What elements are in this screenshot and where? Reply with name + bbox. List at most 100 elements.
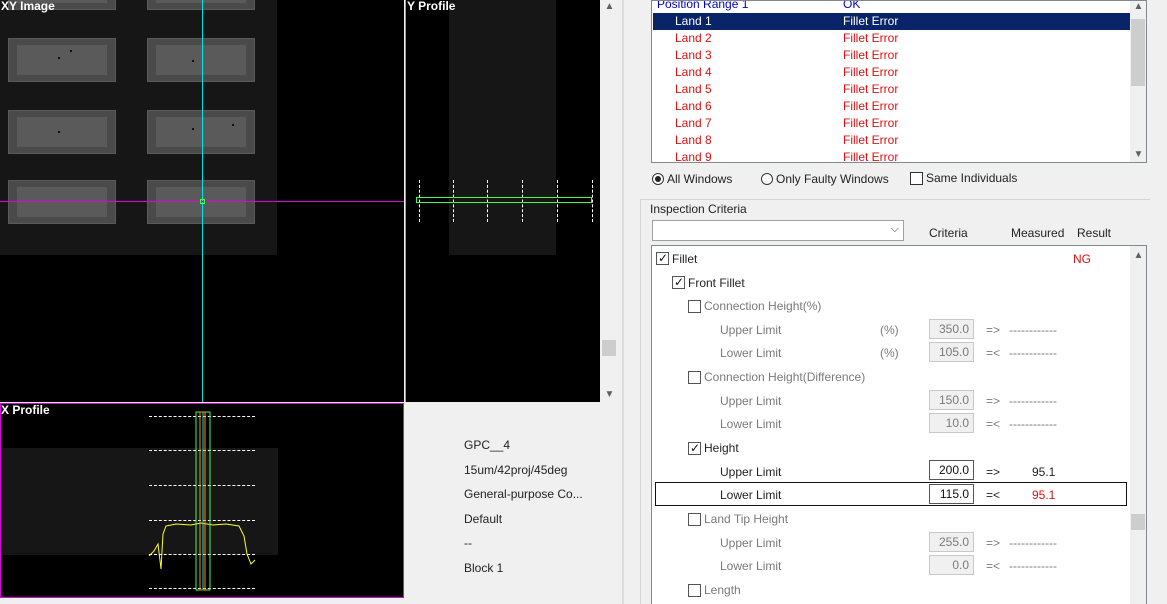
height-label: Height <box>704 441 739 455</box>
pad-part <box>8 38 116 82</box>
results-row-status: Fillet Error <box>843 65 899 79</box>
scrollbar-thumb[interactable] <box>1131 19 1145 86</box>
xy-image-view[interactable]: XY Image <box>0 0 404 402</box>
all-windows-radio[interactable] <box>652 173 664 185</box>
y-profile-view[interactable]: Y Profile <box>405 0 600 402</box>
connection-height-diff-label: Connection Height(Difference) <box>704 370 866 384</box>
x-profile-title: X Profile <box>1 403 50 417</box>
x-profile-view[interactable]: X Profile <box>0 403 404 598</box>
pad-part <box>147 0 255 10</box>
chevron-down-icon[interactable]: ⌵ <box>891 223 899 236</box>
cursor-intersection <box>200 199 205 204</box>
lth-upper-label: Upper Limit <box>720 536 782 550</box>
front-fillet-checkbox[interactable] <box>672 275 685 289</box>
only-faulty-label[interactable]: Only Faulty Windows <box>776 172 889 186</box>
image-vertical-scrollbar[interactable]: ▲ ▼ <box>601 0 617 402</box>
scrollbar-thumb[interactable] <box>602 340 616 356</box>
ch-pct-lower-unit: (%) <box>880 346 899 360</box>
lth-upper-measured: ------------ <box>1009 536 1057 550</box>
results-list-row[interactable]: Land 1 Fillet Error <box>653 13 1130 30</box>
y-profile-marker <box>592 180 593 222</box>
scroll-up-arrow-icon[interactable]: ▲ <box>601 2 618 12</box>
land-tip-height-label: Land Tip Height <box>704 512 789 526</box>
criteria-scrollbar[interactable]: ▲ <box>1130 246 1146 604</box>
void-dot <box>232 124 234 126</box>
scrollbar-thumb[interactable] <box>1131 514 1145 530</box>
ch-pct-lower-measured: ------------ <box>1009 346 1057 360</box>
lth-lower-value[interactable]: 0.0 <box>929 555 974 575</box>
ch-pct-lower-value[interactable]: 105.0 <box>929 342 974 362</box>
ch-diff-lower-value[interactable]: 10.0 <box>929 413 974 433</box>
criteria-tree[interactable]: Fillet NG Front Fillet Connection Height… <box>651 245 1147 604</box>
only-faulty-radio[interactable] <box>761 173 773 185</box>
fillet-checkbox[interactable] <box>656 251 669 265</box>
height-upper-value[interactable]: 200.0 <box>929 460 974 480</box>
height-upper-measured: 95.1 <box>1032 465 1056 479</box>
info-block: Block 1 <box>464 561 504 575</box>
xy-image-title: XY Image <box>1 0 55 13</box>
land-tip-height-checkbox[interactable] <box>688 513 701 526</box>
pad-part <box>147 110 255 154</box>
ch-pct-upper-op: => <box>986 323 1001 337</box>
scroll-up-arrow-icon[interactable]: ▲ <box>1130 251 1146 261</box>
info-recipe: 15um/42proj/45deg <box>464 463 568 477</box>
results-row-status: Fillet Error <box>843 99 899 113</box>
connection-height-diff-checkbox[interactable] <box>688 371 701 384</box>
criteria-combo[interactable]: ⌵ <box>652 220 904 241</box>
results-list-row[interactable]: Land 3 Fillet Error <box>653 47 1130 64</box>
ch-pct-lower-op: =< <box>986 346 1001 360</box>
results-list-row[interactable]: Land 4 Fillet Error <box>653 64 1130 81</box>
height-checkbox[interactable] <box>688 441 701 455</box>
info-extra: -- <box>464 536 472 550</box>
results-list-row[interactable]: Land 9 Fillet Error <box>653 149 1130 163</box>
results-list-row[interactable]: Land 5 Fillet Error <box>653 81 1130 98</box>
height-upper-label: Upper Limit <box>720 465 782 479</box>
y-profile-title: Y Profile <box>407 0 456 13</box>
scroll-down-arrow-icon[interactable]: ▼ <box>1130 150 1146 160</box>
info-type: General-purpose Co... <box>464 487 583 501</box>
results-list-scrollbar[interactable]: ▲ ▼ <box>1130 1 1146 162</box>
same-individuals-label[interactable]: Same Individuals <box>926 171 1017 185</box>
results-list-row[interactable]: Land 7 Fillet Error <box>653 115 1130 132</box>
ch-diff-lower-label: Lower Limit <box>720 417 782 431</box>
info-mode: Default <box>464 512 503 526</box>
results-row-status: Fillet Error <box>843 116 899 130</box>
results-row-name: Position Range 1 <box>657 0 749 11</box>
scroll-down-arrow-icon[interactable]: ▼ <box>601 390 618 400</box>
ch-diff-lower-measured: ------------ <box>1009 417 1057 431</box>
same-individuals-checkbox[interactable] <box>910 172 923 185</box>
results-list-row[interactable]: Land 8 Fillet Error <box>653 132 1130 149</box>
all-windows-label[interactable]: All Windows <box>667 172 732 186</box>
results-list[interactable]: Position Range 1 OK Land 1 Fillet Error Land… <box>651 0 1147 163</box>
fillet-label: Fillet <box>672 252 698 266</box>
height-lower-op: =< <box>986 488 1001 502</box>
results-list-row[interactable]: Land 6 Fillet Error <box>653 98 1130 115</box>
ch-pct-upper-value[interactable]: 350.0 <box>929 319 974 339</box>
results-list-row[interactable]: Position Range 1 OK <box>653 0 1130 13</box>
void-dot <box>70 50 72 52</box>
ch-pct-upper-unit: (%) <box>880 323 899 337</box>
results-row-status: OK <box>843 0 861 11</box>
ch-diff-lower-op: =< <box>986 417 1001 431</box>
connection-height-pct-checkbox[interactable] <box>688 300 701 313</box>
height-lower-value[interactable]: 115.0 <box>929 484 974 504</box>
length-checkbox[interactable] <box>688 584 701 597</box>
measured-header: Measured <box>1011 226 1065 240</box>
results-row-name: Land 9 <box>675 150 712 163</box>
length-label: Length <box>704 583 741 597</box>
ch-diff-upper-op: => <box>986 394 1001 408</box>
lth-upper-value[interactable]: 255.0 <box>929 532 974 552</box>
lth-lower-label: Lower Limit <box>720 559 782 573</box>
scroll-up-arrow-icon[interactable]: ▲ <box>1130 2 1146 12</box>
profile-trace <box>148 522 256 570</box>
connection-height-pct-label: Connection Height(%) <box>704 299 822 313</box>
panel-splitter[interactable] <box>622 0 624 604</box>
fillet-result: NG <box>1073 252 1091 266</box>
void-dot <box>58 57 60 59</box>
lth-lower-op: =< <box>986 559 1001 573</box>
results-row-status: Fillet Error <box>843 82 899 96</box>
void-dot <box>192 128 194 130</box>
pad-part <box>147 38 255 82</box>
results-list-row[interactable]: Land 2 Fillet Error <box>653 30 1130 47</box>
ch-diff-upper-value[interactable]: 150.0 <box>929 390 974 410</box>
